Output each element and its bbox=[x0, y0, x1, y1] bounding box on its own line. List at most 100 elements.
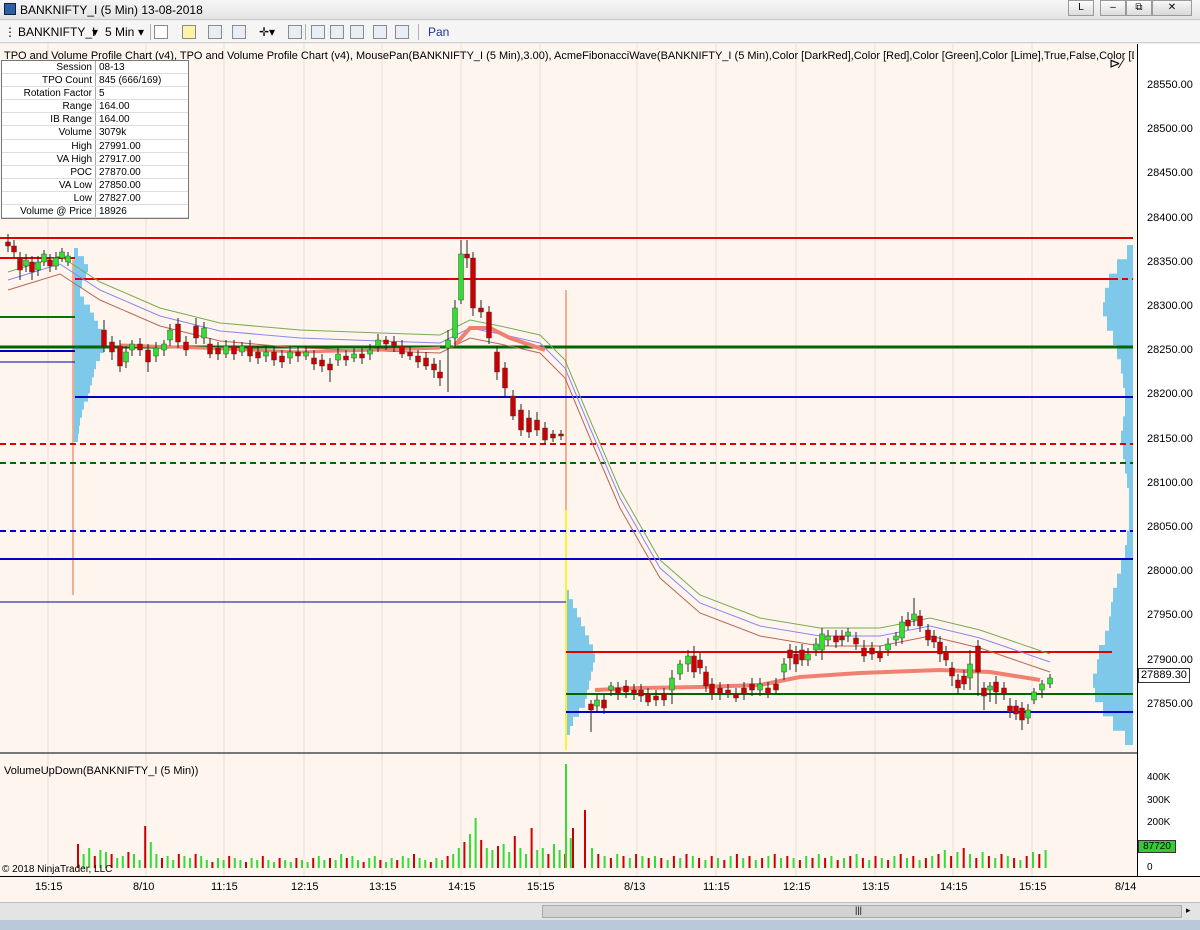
candle-body bbox=[407, 351, 413, 357]
candle-body bbox=[1007, 705, 1013, 713]
candle-body bbox=[29, 261, 35, 273]
candle-body bbox=[594, 699, 600, 707]
candle-body bbox=[129, 343, 135, 351]
candle-body bbox=[905, 619, 911, 627]
copyright-text: © 2018 NinjaTrader, LLC bbox=[2, 864, 113, 875]
stats-value: 18926 bbox=[99, 206, 127, 218]
price-tick-label: 28000.00 bbox=[1147, 565, 1193, 578]
candle-body bbox=[207, 343, 213, 355]
time-tick-label: 12:15 bbox=[291, 881, 319, 893]
stats-key: VA High bbox=[2, 152, 96, 165]
candle-body bbox=[669, 677, 675, 691]
stats-key: Session bbox=[2, 61, 96, 74]
candle-body bbox=[885, 643, 891, 651]
candle-body bbox=[445, 339, 451, 349]
stats-value: 27850.00 bbox=[99, 179, 141, 191]
horizontal-scrollbar[interactable]: ||| ▸ bbox=[0, 902, 1200, 920]
candle-body bbox=[343, 355, 349, 361]
candle-body bbox=[869, 647, 875, 655]
candle-body bbox=[967, 663, 973, 679]
fib-wave-lower-line bbox=[7, 273, 1051, 673]
candle-body bbox=[845, 631, 851, 637]
stats-row: Rotation Factor 5 bbox=[2, 87, 188, 101]
candle-body bbox=[893, 635, 899, 641]
time-tick-label: 8/13 bbox=[624, 881, 646, 893]
candle-body bbox=[23, 259, 29, 267]
candle-body bbox=[993, 681, 999, 693]
candle-body bbox=[917, 615, 923, 627]
candle-body bbox=[877, 651, 883, 659]
candle-body bbox=[588, 703, 594, 711]
price-tick-label: 27900.00 bbox=[1147, 653, 1193, 666]
candle-body bbox=[981, 687, 987, 697]
candle-body bbox=[1001, 687, 1007, 695]
candle-body bbox=[1025, 709, 1031, 719]
candle-body bbox=[1013, 705, 1019, 715]
time-tick-label: 13:15 bbox=[369, 881, 397, 893]
candle-body bbox=[193, 325, 199, 339]
candle-body bbox=[518, 409, 524, 431]
candle-body bbox=[911, 613, 917, 621]
volume-profile-composite bbox=[1093, 245, 1133, 745]
candle-body bbox=[287, 351, 293, 359]
candle-body bbox=[703, 671, 709, 687]
volume-indicator-label: VolumeUpDown(BANKNIFTY_I (5 Min)) bbox=[4, 765, 199, 777]
candle-body bbox=[717, 687, 723, 695]
candle-body bbox=[431, 363, 437, 371]
stats-value: 27870.00 bbox=[99, 166, 141, 178]
short-ma-line bbox=[594, 667, 1041, 692]
candle-body bbox=[975, 645, 981, 673]
candle-body bbox=[931, 635, 937, 643]
candle-body bbox=[153, 347, 159, 357]
stats-value: 164.00 bbox=[99, 114, 130, 126]
fib-wave-upper-line bbox=[7, 255, 1051, 655]
candle-body bbox=[1039, 683, 1045, 691]
candle-body bbox=[494, 351, 500, 373]
candle-body bbox=[550, 433, 556, 439]
stats-row: VA Low 27850.00 bbox=[2, 178, 188, 192]
candle-body bbox=[247, 345, 253, 357]
price-tick-label: 28400.00 bbox=[1147, 211, 1193, 224]
candle-body bbox=[819, 633, 825, 651]
stats-key: IB Range bbox=[2, 113, 96, 126]
candle-body bbox=[279, 355, 285, 363]
candle-body bbox=[787, 649, 793, 659]
candle-body bbox=[303, 351, 309, 357]
candle-body bbox=[645, 693, 651, 703]
stats-key: Range bbox=[2, 100, 96, 113]
price-tick-label: 28300.00 bbox=[1147, 300, 1193, 312]
candle-body bbox=[813, 643, 819, 651]
candle-body bbox=[542, 427, 548, 441]
candle-body bbox=[653, 695, 659, 701]
candle-body bbox=[183, 341, 189, 351]
candle-body bbox=[101, 329, 107, 347]
candle-body bbox=[1031, 691, 1037, 701]
volume-tick-label: 0 bbox=[1147, 862, 1153, 873]
candle-body bbox=[987, 685, 993, 691]
candle-body bbox=[415, 355, 421, 363]
stats-key: Volume bbox=[2, 126, 96, 139]
close-button[interactable]: ✕ bbox=[1152, 0, 1192, 16]
volume-tick-label: 300K bbox=[1147, 795, 1171, 806]
candle-body bbox=[961, 675, 967, 685]
candle-body bbox=[937, 641, 943, 655]
time-tick-label: 13:15 bbox=[862, 881, 890, 893]
candle-body bbox=[5, 241, 11, 247]
candle-body bbox=[623, 685, 629, 693]
candle-body bbox=[255, 351, 261, 359]
candle-body bbox=[109, 341, 115, 353]
candle-body bbox=[709, 683, 715, 695]
stats-row: Volume 3079k bbox=[2, 126, 188, 140]
time-tick-label: 15:15 bbox=[35, 881, 63, 893]
candle-body bbox=[773, 683, 779, 691]
scroll-right-icon[interactable]: ▸ bbox=[1186, 905, 1191, 916]
candle-body bbox=[263, 351, 269, 357]
candle-body bbox=[399, 345, 405, 355]
candle-body bbox=[423, 357, 429, 367]
candle-body bbox=[295, 351, 301, 357]
collapse-arrow-icon[interactable]: ⊳⁄ bbox=[1109, 55, 1123, 72]
candle-body bbox=[697, 659, 703, 669]
candle-body bbox=[955, 679, 961, 689]
candle-body bbox=[631, 689, 637, 695]
candle-body bbox=[464, 253, 470, 259]
